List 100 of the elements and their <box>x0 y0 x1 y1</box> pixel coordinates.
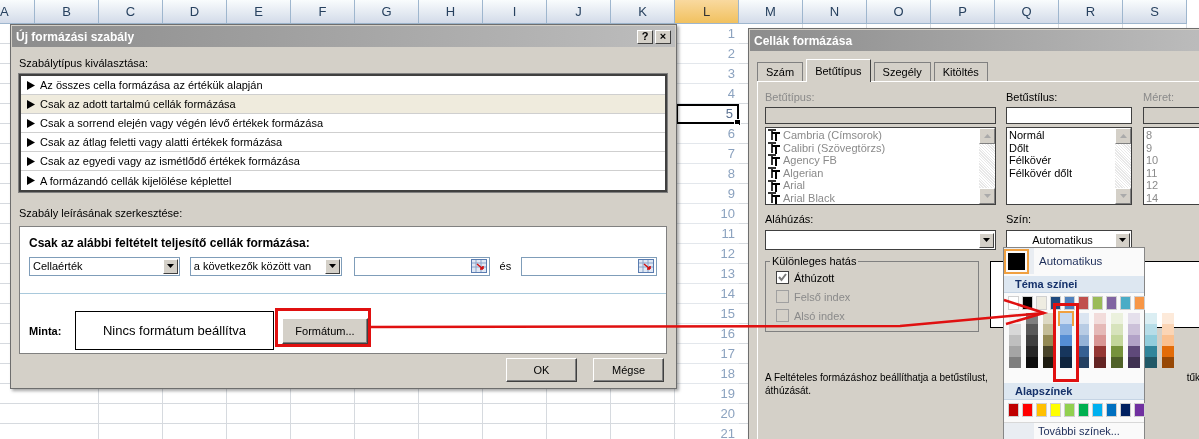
rule-type-item[interactable]: Csak az adott tartalmú cellák formázása <box>21 95 665 114</box>
color-swatch[interactable] <box>1009 357 1021 368</box>
scroll-up-button[interactable] <box>1115 128 1131 144</box>
column-header[interactable]: P <box>931 0 995 24</box>
tab[interactable]: Szegély <box>873 62 931 81</box>
input-field[interactable] <box>1006 107 1132 124</box>
more-colors-item[interactable]: További színek... <box>1004 422 1144 439</box>
color-swatch[interactable] <box>1135 404 1144 416</box>
column-header[interactable]: Q <box>995 0 1059 24</box>
column-header[interactable]: L <box>675 0 739 24</box>
rule-type-item[interactable]: A formázandó cellák kijelölése képlettel <box>21 171 665 190</box>
color-swatch[interactable] <box>1043 357 1055 368</box>
scrollbar[interactable] <box>979 128 995 204</box>
color-swatch[interactable] <box>1145 313 1157 324</box>
column-header[interactable]: I <box>483 0 547 24</box>
list-item[interactable]: Normál <box>1009 129 1113 142</box>
column-header[interactable]: J <box>547 0 611 24</box>
dropdown[interactable]: Automatikus <box>1006 230 1132 250</box>
scroll-up-button[interactable] <box>979 128 995 144</box>
color-swatch[interactable] <box>1121 297 1130 309</box>
color-swatch[interactable] <box>1077 335 1089 346</box>
color-swatch[interactable] <box>1128 324 1140 335</box>
color-swatch[interactable] <box>1065 404 1074 416</box>
dialog-button[interactable]: Mégse <box>593 358 664 382</box>
input-field[interactable] <box>521 256 657 276</box>
rule-type-item[interactable]: Csak a sorrend elején vagy végén lévő értékek formázása <box>21 114 665 133</box>
rule-type-item[interactable]: Csak az átlag feletti vagy alatti értékek formázása <box>21 133 665 152</box>
color-swatch[interactable] <box>1128 346 1140 357</box>
color-swatch[interactable] <box>1009 335 1021 346</box>
color-swatch[interactable] <box>1162 335 1174 346</box>
color-swatch[interactable] <box>1094 346 1106 357</box>
color-swatch[interactable] <box>1128 357 1140 368</box>
dropdown[interactable]: Cellaérték <box>29 256 180 276</box>
color-swatch[interactable] <box>1111 357 1123 368</box>
color-swatch[interactable] <box>1009 346 1021 357</box>
dialog-button[interactable]: OK <box>506 358 577 382</box>
color-swatch[interactable] <box>1051 297 1060 309</box>
tab[interactable]: Betűtípus <box>806 59 871 82</box>
column-header[interactable]: N <box>803 0 867 24</box>
color-swatch[interactable] <box>1145 346 1157 357</box>
color-swatch[interactable] <box>1043 324 1055 335</box>
format-button[interactable]: Formátum... <box>282 317 368 344</box>
column-header[interactable]: F <box>291 0 355 24</box>
cell-picker-icon[interactable] <box>470 259 487 273</box>
dropdown-button[interactable] <box>1115 232 1130 248</box>
color-swatch[interactable] <box>1009 324 1021 335</box>
tab[interactable]: Szám <box>757 62 804 81</box>
input-field[interactable] <box>353 256 490 276</box>
color-swatch[interactable] <box>1162 313 1174 324</box>
color-swatch[interactable] <box>1111 324 1123 335</box>
color-swatch[interactable] <box>1145 357 1157 368</box>
column-header[interactable]: H <box>419 0 483 24</box>
color-swatch[interactable] <box>1111 346 1123 357</box>
help-button[interactable]: ? <box>637 29 653 44</box>
color-swatch[interactable] <box>1060 324 1072 335</box>
color-swatch[interactable] <box>1145 324 1157 335</box>
color-swatch[interactable] <box>1009 297 1018 309</box>
color-swatch[interactable] <box>1128 335 1140 346</box>
column-header[interactable]: B <box>35 0 99 24</box>
dropdown-button[interactable] <box>979 232 994 248</box>
scroll-down-button[interactable] <box>1115 188 1131 204</box>
dropdown-button[interactable] <box>162 258 178 274</box>
color-swatch[interactable] <box>1128 313 1140 324</box>
color-swatch[interactable] <box>1026 313 1038 324</box>
color-swatch[interactable] <box>1043 346 1055 357</box>
dropdown[interactable] <box>765 230 996 250</box>
color-swatch[interactable] <box>1162 346 1174 357</box>
color-swatch[interactable] <box>1043 335 1055 346</box>
color-swatch[interactable] <box>1060 335 1072 346</box>
color-swatch[interactable] <box>1107 404 1116 416</box>
color-swatch[interactable] <box>1094 335 1106 346</box>
color-swatch[interactable] <box>1094 313 1106 324</box>
dropdown-button[interactable] <box>324 258 340 274</box>
column-header[interactable]: O <box>867 0 931 24</box>
color-swatch[interactable] <box>1051 404 1060 416</box>
color-swatch[interactable] <box>1145 335 1157 346</box>
column-header[interactable]: K <box>611 0 675 24</box>
column-header[interactable]: M <box>739 0 803 24</box>
color-swatch[interactable] <box>1107 297 1116 309</box>
color-swatch[interactable] <box>1077 357 1089 368</box>
column-header[interactable]: G <box>355 0 419 24</box>
list-item[interactable]: Dőlt <box>1009 141 1113 155</box>
color-swatch[interactable] <box>1023 297 1032 309</box>
column-header[interactable]: S <box>1123 0 1187 24</box>
color-swatch[interactable] <box>1037 404 1046 416</box>
color-swatch[interactable] <box>1060 346 1072 357</box>
column-header[interactable]: C <box>99 0 163 24</box>
input-field[interactable] <box>1143 107 1199 124</box>
column-header[interactable]: A <box>0 0 35 24</box>
color-swatch[interactable] <box>1077 324 1089 335</box>
color-swatch[interactable] <box>1060 357 1072 368</box>
color-swatch[interactable] <box>1060 313 1072 324</box>
column-header[interactable]: E <box>227 0 291 24</box>
color-swatch[interactable] <box>1094 324 1106 335</box>
color-swatch[interactable] <box>1079 404 1088 416</box>
color-swatch[interactable] <box>1121 404 1130 416</box>
color-swatch[interactable] <box>1162 324 1174 335</box>
color-swatch[interactable] <box>1065 297 1074 309</box>
scrollbar[interactable] <box>1115 128 1131 204</box>
rule-type-item[interactable]: Csak az egyedi vagy az ismétlődő értékek formázása <box>21 152 665 171</box>
